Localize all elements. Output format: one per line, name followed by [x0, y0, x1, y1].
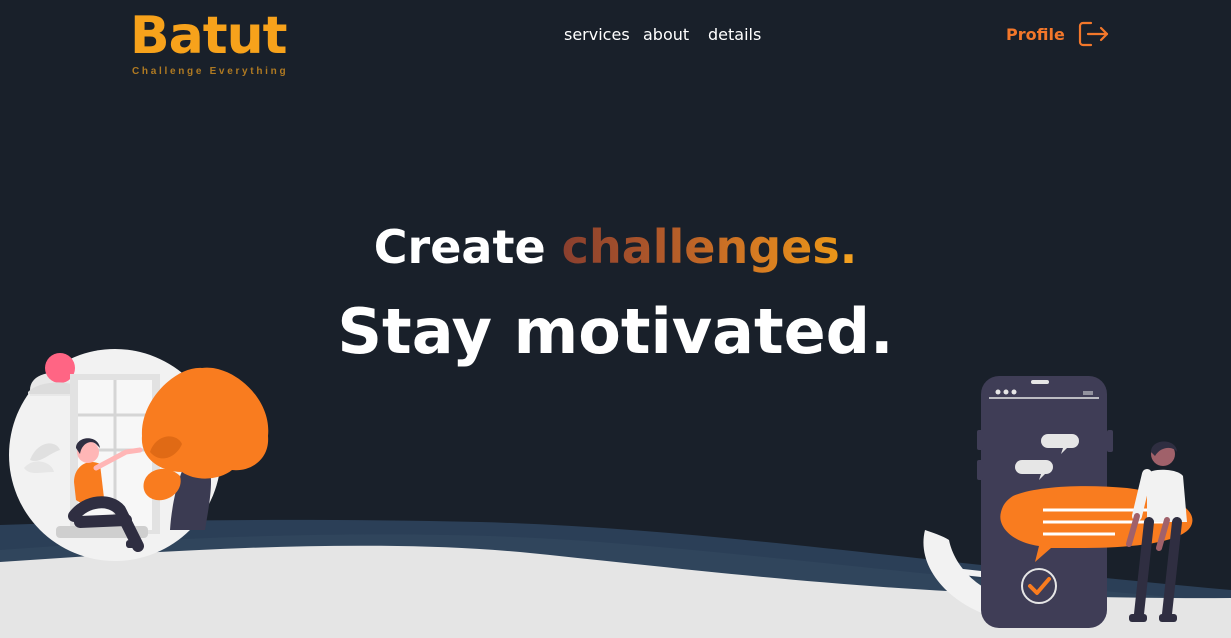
- profile-label: Profile: [1006, 25, 1065, 44]
- person-reading-window-illustration: [9, 349, 269, 561]
- hero-headline: Create challenges.: [0, 212, 1231, 282]
- person-phone-chat-illustration: [923, 376, 1193, 628]
- site-header: Batut Challenge Everything services abou…: [0, 0, 1231, 80]
- hero-word-create: Create: [373, 220, 546, 274]
- nav-link-about[interactable]: about: [643, 22, 689, 48]
- hero-word-challenges: challenges: [561, 220, 840, 274]
- nav-link-details[interactable]: details: [708, 22, 761, 48]
- hero-period: .: [839, 220, 858, 274]
- nav-link-services[interactable]: services: [564, 22, 630, 48]
- logout-icon[interactable]: [1078, 20, 1110, 48]
- brand-tagline: Challenge Everything: [132, 66, 289, 77]
